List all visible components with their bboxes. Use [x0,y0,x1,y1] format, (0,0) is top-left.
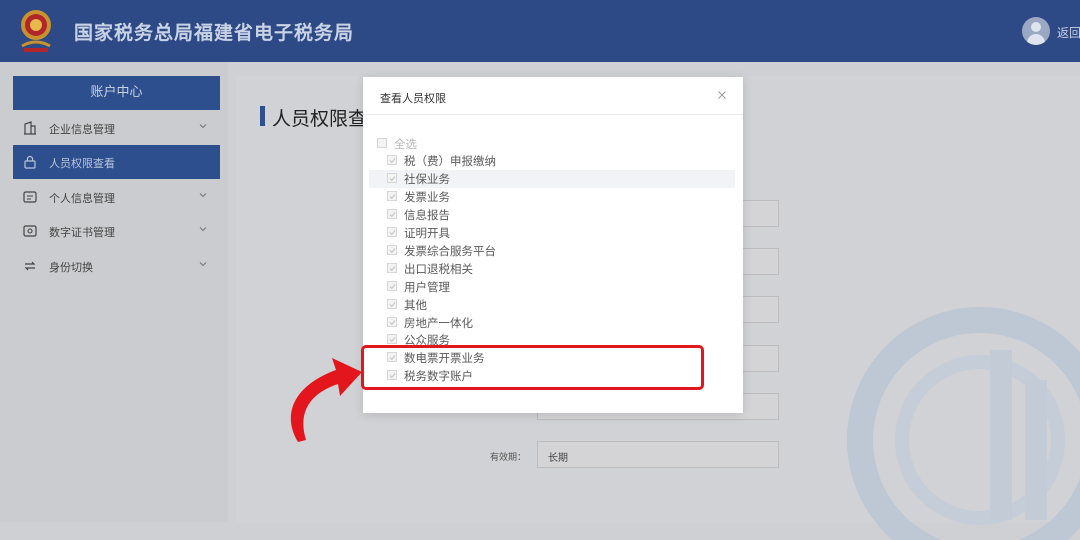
checkbox-label: 发票业务 [404,190,450,204]
sidebar-item-permission-view[interactable]: 人员权限查看 [13,145,220,179]
checkbox-label: 发票综合服务平台 [404,244,496,258]
app-title: 国家税务总局福建省电子税务局 [74,22,355,44]
checkbox-label: 出口退税相关 [404,262,473,276]
sidebar-item-label: 企业信息管理 [49,123,115,136]
chevron-down-icon [199,262,207,267]
dialog-divider [363,114,743,115]
check-icon [389,284,396,290]
checkbox-box [387,173,397,183]
checkbox-box [387,245,397,255]
checkbox-box [387,334,397,344]
tax-emblem-icon [21,10,51,52]
checkbox-box [387,317,397,327]
sidebar-item-label: 身份切换 [49,261,93,274]
checkbox-box [387,227,397,237]
checkbox-label: 信息报告 [404,208,450,222]
check-icon [389,302,396,308]
user-avatar-icon[interactable] [1022,17,1050,45]
watermark-seal-icon [847,307,1080,540]
checkbox-label: 用户管理 [404,280,450,294]
check-icon [389,158,396,164]
validity-label: 有效期： [490,453,527,463]
checkbox-box [387,299,397,309]
checkbox-box [387,263,397,273]
page-title: 人员权限查 [272,108,368,130]
check-icon [389,248,396,254]
sidebar-item-enterprise-info[interactable]: 企业信息管理 [13,111,220,145]
highlight-box [361,345,704,390]
check-icon [389,176,396,182]
checkbox-label: 其他 [404,298,427,312]
check-icon [389,320,396,326]
title-accent-bar [260,106,265,126]
checkbox-label: 社保业务 [404,172,450,186]
checkbox-label: 税（费）申报缴纳 [404,154,496,168]
validity-field[interactable] [537,441,779,468]
chevron-down-icon [199,227,207,232]
chevron-down-icon [199,193,207,198]
chevron-down-icon [199,124,207,129]
sidebar-item-label: 人员权限查看 [49,157,115,170]
checkbox-box [377,138,387,148]
curved-arrow-icon [290,358,362,442]
top-header: 国家税务总局福建省电子税务局 返回 [0,0,1080,62]
lock-icon [24,155,36,169]
check-icon [389,266,396,272]
return-link[interactable]: 返回 [1057,24,1080,41]
check-icon [389,194,396,200]
building-icon [24,121,36,135]
checkbox-box [387,209,397,219]
checkbox-box [387,281,397,291]
sidebar-item-identity-switch[interactable]: 身份切换 [13,249,220,283]
checkbox-label: 全选 [394,137,417,151]
validity-value: 长期 [548,453,568,464]
check-icon [389,230,396,236]
checkbox-label: 证明开具 [404,226,450,240]
sidebar-item-label: 个人信息管理 [49,192,115,205]
id-card-icon [23,191,37,203]
sidebar-item-digital-cert[interactable]: 数字证书管理 [13,214,220,248]
checkbox-label: 房地产一体化 [404,316,473,330]
checkbox-box [387,155,397,165]
certificate-icon [23,225,37,237]
sidebar-item-personal-info[interactable]: 个人信息管理 [13,180,220,214]
sidebar-heading: 账户中心 [13,76,220,110]
switch-icon [24,261,36,271]
sidebar-item-label: 数字证书管理 [49,226,115,239]
close-icon[interactable] [717,90,727,100]
check-icon [389,337,396,343]
check-icon [389,212,396,218]
dialog-title: 查看人员权限 [380,92,446,105]
checkbox-box [387,191,397,201]
